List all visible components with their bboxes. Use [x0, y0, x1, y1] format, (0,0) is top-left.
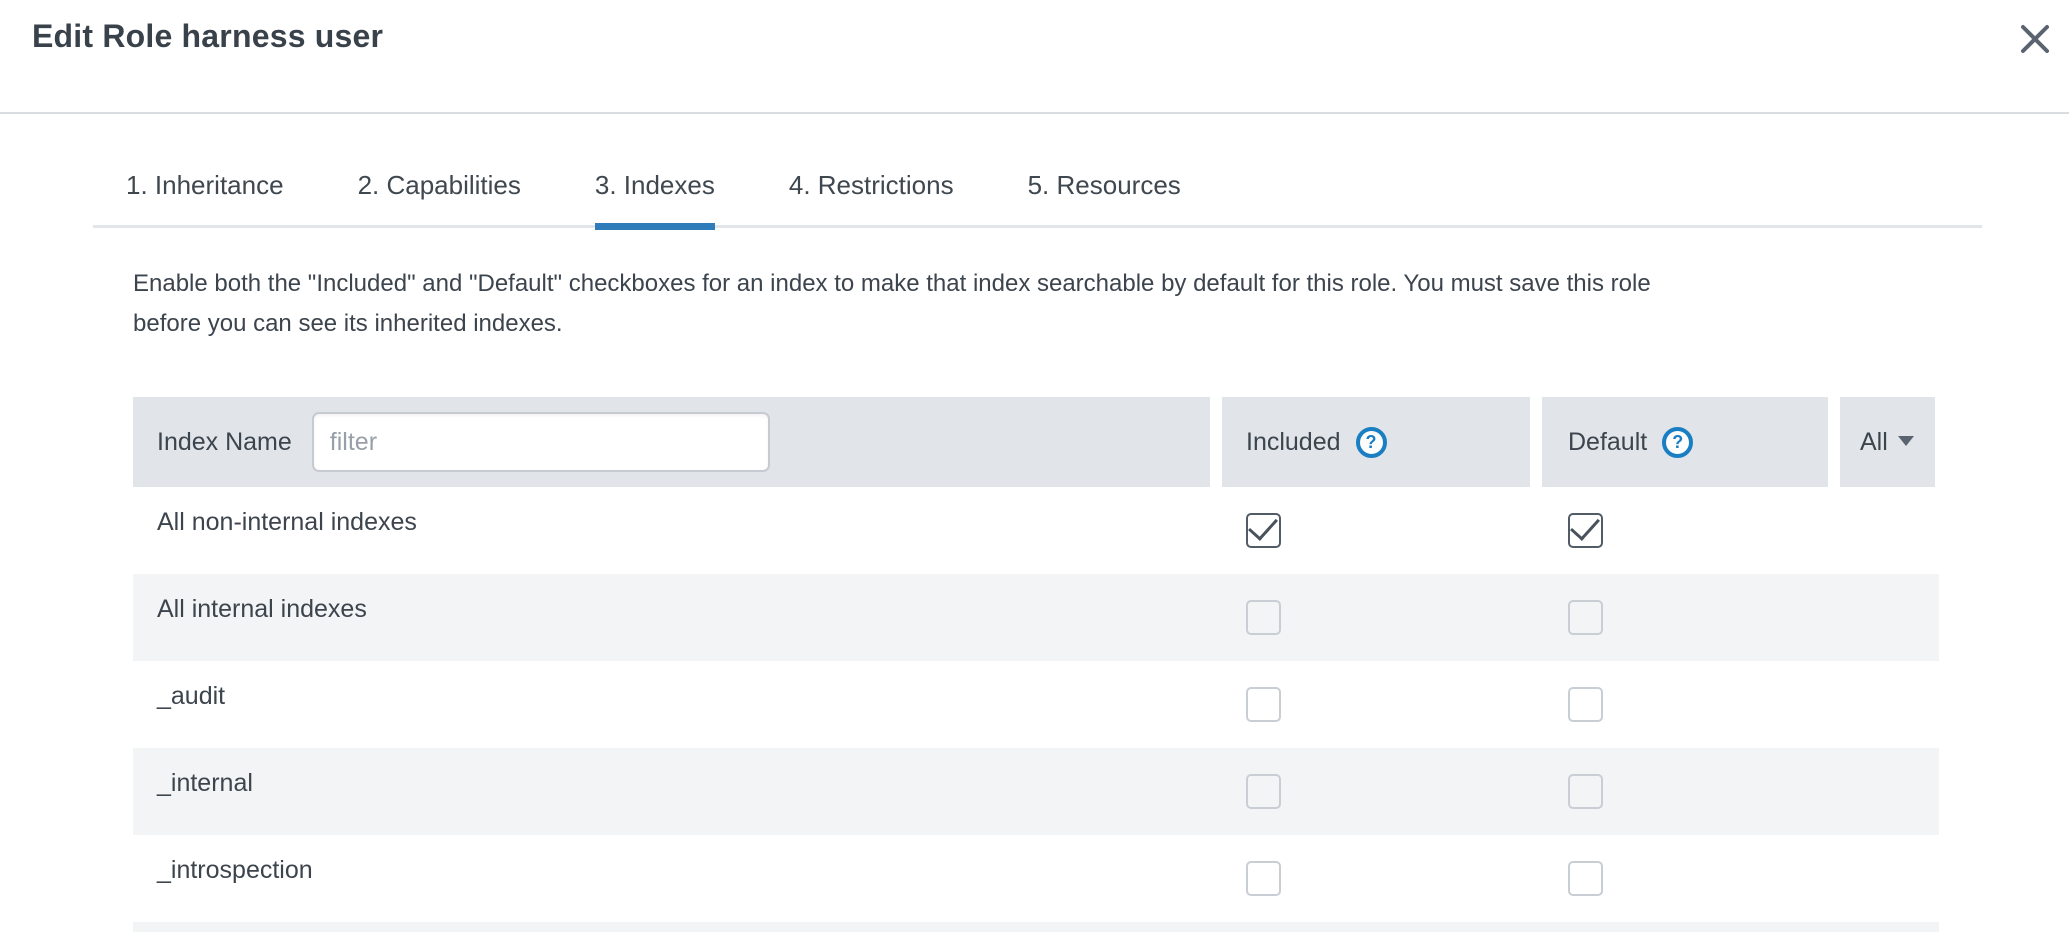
included-label: Included	[1246, 428, 1341, 457]
table-row: All internal indexes	[133, 574, 1939, 661]
included-header-cell: Included ?	[1222, 397, 1530, 487]
default-header-cell: Default ?	[1542, 397, 1828, 487]
included-checkbox[interactable]	[1246, 687, 1281, 722]
table-row: _internal	[133, 748, 1939, 835]
tab-inheritance[interactable]: 1. Inheritance	[126, 170, 284, 230]
page-title: Edit Role harness user	[32, 18, 383, 55]
index-name: _introspection	[133, 835, 1210, 922]
index-name: _audit	[133, 661, 1210, 748]
tab-restrictions[interactable]: 4. Restrictions	[789, 170, 954, 230]
description-line: before you can see its inherited indexes…	[133, 304, 1943, 344]
default-checkbox[interactable]	[1568, 513, 1603, 548]
default-checkbox[interactable]	[1568, 600, 1603, 635]
close-icon	[2019, 23, 2051, 55]
tab-bar: 1. Inheritance 2. Capabilities 3. Indexe…	[93, 170, 1982, 228]
table-row-partial	[133, 922, 1939, 932]
table-row: All non-internal indexes	[133, 487, 1939, 574]
indexes-table: Index Name Included ? Default ? All All …	[133, 397, 1939, 932]
tab-resources[interactable]: 5. Resources	[1028, 170, 1181, 230]
tab-capabilities[interactable]: 2. Capabilities	[358, 170, 521, 230]
table-header: Index Name Included ? Default ? All	[133, 397, 1939, 487]
table-row: _introspection	[133, 835, 1939, 922]
help-icon[interactable]: ?	[1662, 427, 1693, 458]
table-row: _audit	[133, 661, 1939, 748]
default-label: Default	[1568, 428, 1647, 457]
close-button[interactable]	[2017, 22, 2053, 58]
default-checkbox[interactable]	[1568, 774, 1603, 809]
help-icon[interactable]: ?	[1356, 427, 1387, 458]
description: Enable both the "Included" and "Default"…	[133, 264, 1943, 344]
index-name: All internal indexes	[133, 574, 1210, 661]
all-label: All	[1860, 428, 1888, 457]
header-divider	[0, 112, 2069, 114]
included-checkbox[interactable]	[1246, 861, 1281, 896]
default-checkbox[interactable]	[1568, 687, 1603, 722]
default-checkbox[interactable]	[1568, 861, 1603, 896]
included-checkbox[interactable]	[1246, 513, 1281, 548]
filter-input[interactable]	[312, 412, 770, 472]
all-dropdown[interactable]: All	[1840, 397, 1935, 487]
description-line: Enable both the "Included" and "Default"…	[133, 264, 1943, 304]
index-name: All non-internal indexes	[133, 487, 1210, 574]
index-name-label: Index Name	[157, 428, 292, 457]
caret-down-icon	[1898, 436, 1914, 446]
included-checkbox[interactable]	[1246, 600, 1281, 635]
tab-indexes[interactable]: 3. Indexes	[595, 170, 715, 230]
included-checkbox[interactable]	[1246, 774, 1281, 809]
index-name-header-cell: Index Name	[133, 397, 1210, 487]
index-name: _internal	[133, 748, 1210, 835]
